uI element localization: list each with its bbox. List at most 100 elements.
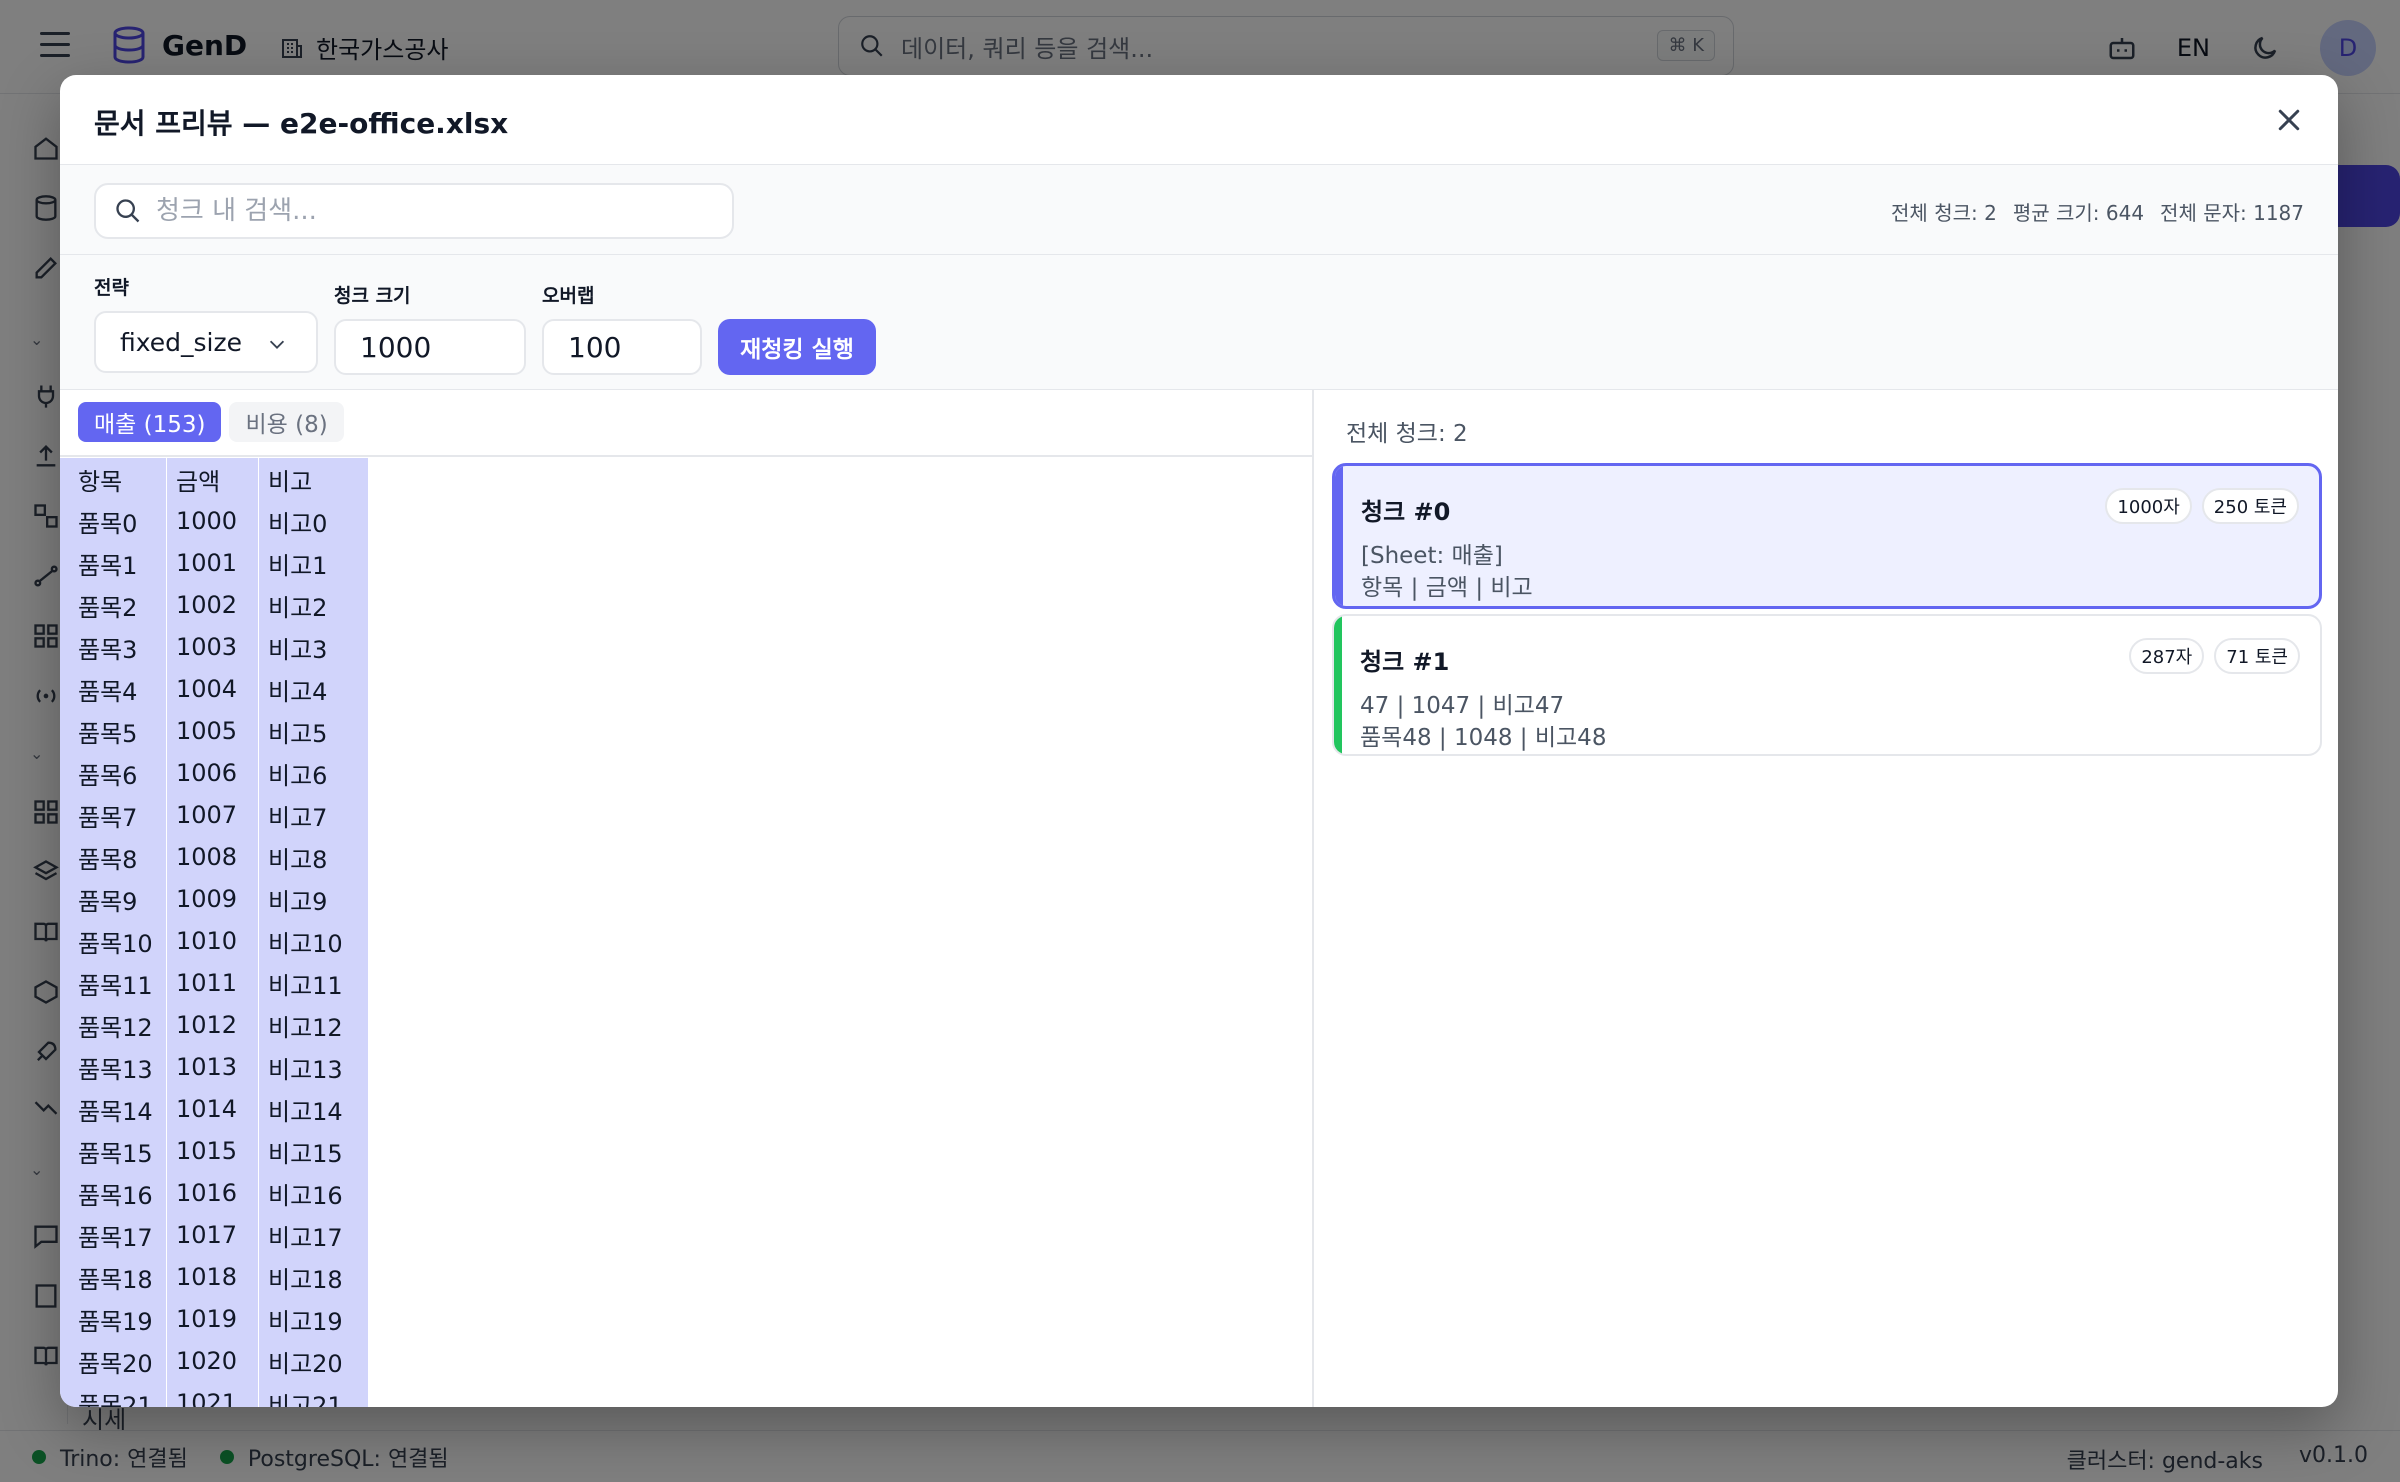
table-cell: 금액 — [176, 467, 221, 496]
table-cell: 1004 — [176, 675, 238, 703]
table-cell: 품목4 — [78, 677, 138, 706]
table-cell: 비고21 — [268, 1391, 343, 1408]
table-cell: 비고7 — [268, 803, 328, 832]
table-cell: 품목3 — [78, 635, 138, 664]
search-icon — [116, 199, 140, 223]
sheet-table: 항목 금액 비고 품목0 1000 비고0 품목1 1001 비고1 품목2 1002 비고2 품목3 1… — [60, 458, 368, 1407]
chunk-char-badge: 1000자 — [2105, 488, 2192, 524]
table-cell: 품목14 — [78, 1097, 153, 1126]
table-row: 품목10 1010 비고10 — [60, 920, 368, 962]
table-cell: 품목7 — [78, 803, 138, 832]
table-row: 품목14 1014 비고14 — [60, 1088, 368, 1130]
overlap-input[interactable]: 100 — [542, 319, 702, 375]
table-cell: 품목16 — [78, 1181, 153, 1210]
table-cell: 품목19 — [78, 1307, 153, 1336]
chunk-size-label: 청크 크기 — [334, 285, 411, 307]
table-cell: 비고12 — [268, 1013, 343, 1042]
table-cell: 비고6 — [268, 761, 328, 790]
table-cell: 비고16 — [268, 1181, 343, 1210]
chunk-title: 청크 #0 — [1361, 498, 1451, 526]
table-cell: 항목 — [78, 467, 123, 496]
chunk-card[interactable]: 청크 #1 287자 71 토큰 47 | 1047 | 비고47 품목48 | 10… — [1332, 614, 2322, 756]
chunk-search-input[interactable] — [156, 196, 716, 226]
table-cell: 비고13 — [268, 1055, 343, 1084]
table-cell: 품목20 — [78, 1349, 153, 1378]
chunk-token-badge: 250 토큰 — [2201, 488, 2299, 524]
chunk-text: 47 | 1047 | 비고47 품목48 | 1048 | 비고48 품목49… — [1360, 693, 1607, 751]
table-cell: 비고 — [268, 467, 313, 496]
table-cell: 1014 — [176, 1095, 238, 1123]
chunk-search-row: 전체 청크: 2 평균 크기: 644 전체 문자: 1187 — [60, 165, 2338, 255]
chunk-char-badge: 287자 — [2129, 638, 2205, 674]
modal-header: 문서 프리뷰 — e2e-office.xlsx — [60, 75, 2338, 165]
table-row: 품목1 1001 비고1 — [60, 542, 368, 584]
table-row: 품목3 1003 비고3 — [60, 626, 368, 668]
table-cell: 품목13 — [78, 1055, 153, 1084]
sheet-tabs: 매출 (153) 비용 (8) — [78, 402, 344, 442]
table-cell: 품목9 — [78, 887, 138, 916]
chunk-card[interactable]: 청크 #0 1000자 250 토큰 [Sheet: 매출] 항목 | 금액 | 비고… — [1332, 463, 2322, 609]
table-cell: 비고9 — [268, 887, 328, 916]
table-row: 품목12 1012 비고12 — [60, 1004, 368, 1046]
strategy-select[interactable]: fixed_size — [94, 311, 318, 373]
table-cell: 1000 — [176, 507, 238, 535]
table-cell: 품목5 — [78, 719, 138, 748]
table-cell: 1008 — [176, 843, 238, 871]
chunk-text: [Sheet: 매출] 항목 | 금액 | 비고 품목0 | 1000 | 비고… — [1361, 543, 1533, 601]
document-preview-modal: 문서 프리뷰 — e2e-office.xlsx 전체 청크: 2 평균 크기:… — [60, 75, 2338, 1407]
table-row: 품목11 1011 비고11 — [60, 962, 368, 1004]
table-cell: 1021 — [176, 1389, 238, 1407]
table-cell: 품목15 — [78, 1139, 153, 1168]
table-cell: 품목21 — [78, 1391, 153, 1408]
sheet-tab[interactable]: 비용 (8) — [229, 402, 344, 442]
table-row: 품목7 1007 비고7 — [60, 794, 368, 836]
chunk-badges: 1000자 250 토큰 — [2105, 488, 2299, 524]
table-cell: 비고15 — [268, 1139, 343, 1168]
table-row: 품목2 1002 비고2 — [60, 584, 368, 626]
table-cell: 1003 — [176, 633, 238, 661]
table-row: 품목16 1016 비고16 — [60, 1172, 368, 1214]
table-cell: 1005 — [176, 717, 238, 745]
table-cell: 품목0 — [78, 509, 138, 538]
table-row: 품목13 1013 비고13 — [60, 1046, 368, 1088]
sheet-tab[interactable]: 매출 (153) — [78, 402, 222, 442]
table-cell: 비고10 — [268, 929, 343, 958]
chunk-size-input[interactable]: 1000 — [334, 319, 526, 375]
table-cell: 비고1 — [268, 551, 328, 580]
table-cell: 품목17 — [78, 1223, 153, 1252]
table-cell: 비고18 — [268, 1265, 343, 1294]
table-row: 품목18 1018 비고18 — [60, 1256, 368, 1298]
table-cell: 1020 — [176, 1347, 238, 1375]
table-cell: 품목12 — [78, 1013, 153, 1042]
table-header-row: 항목 금액 비고 — [60, 458, 368, 500]
table-cell: 품목6 — [78, 761, 138, 790]
stat-avg-size: 평균 크기: 644 — [2012, 201, 2145, 225]
modal-title: 문서 프리뷰 — e2e-office.xlsx — [94, 107, 509, 140]
table-cell: 비고3 — [268, 635, 328, 664]
table-cell: 1015 — [176, 1137, 238, 1165]
table-cell: 품목2 — [78, 593, 138, 622]
table-cell: 비고11 — [268, 971, 343, 1000]
table-row: 품목17 1017 비고17 — [60, 1214, 368, 1256]
chunk-search-box[interactable] — [94, 183, 734, 239]
table-cell: 1010 — [176, 927, 238, 955]
close-icon[interactable] — [2274, 105, 2304, 135]
sheet-preview-pane: 매출 (153) 비용 (8) 항목 금액 비고 품목0 1000 비고0 품목1 1001 비고… — [60, 390, 1314, 1407]
chunking-controls: 전략 fixed_size 청크 크기 1000 오버랩 100 재청킹 실행 — [60, 255, 2338, 390]
chunk-badges: 287자 71 토큰 — [2129, 638, 2300, 674]
stat-total-chunks: 전체 청크: 2 — [1891, 201, 1997, 225]
table-cell: 비고19 — [268, 1307, 343, 1336]
chunk-stripe — [1334, 616, 1342, 754]
chunks-pane: 전체 청크: 2 청크 #0 1000자 250 토큰 [Sheet: 매출] 항목 … — [1316, 390, 2338, 1407]
table-cell: 1007 — [176, 801, 238, 829]
table-cell: 1012 — [176, 1011, 238, 1039]
chunks-total: 전체 청크: 2 — [1346, 421, 1468, 447]
table-cell: 품목8 — [78, 845, 138, 874]
rechunk-button[interactable]: 재청킹 실행 — [718, 319, 876, 375]
table-cell: 1006 — [176, 759, 238, 787]
table-cell: 1017 — [176, 1221, 238, 1249]
table-row: 품목4 1004 비고4 — [60, 668, 368, 710]
table-row: 품목15 1015 비고15 — [60, 1130, 368, 1172]
table-row: 품목19 1019 비고19 — [60, 1298, 368, 1340]
table-cell: 1001 — [176, 549, 238, 577]
